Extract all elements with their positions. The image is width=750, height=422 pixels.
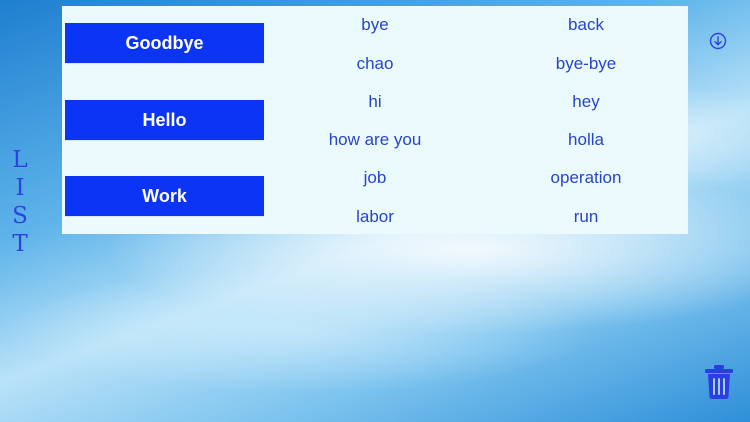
word-item[interactable]: bye	[295, 15, 455, 35]
group-button-goodbye[interactable]: Goodbye	[65, 23, 264, 63]
list-title-letter: S	[12, 203, 28, 229]
word-item[interactable]: bye-bye	[506, 54, 666, 74]
word-item[interactable]: how are you	[295, 130, 455, 150]
word-item[interactable]: holla	[506, 130, 666, 150]
group-button-work[interactable]: Work	[65, 176, 264, 216]
group-label: Work	[142, 185, 187, 206]
arrow-down-circle-icon[interactable]	[709, 32, 727, 50]
word-item[interactable]: hi	[295, 92, 455, 112]
word-item[interactable]: chao	[295, 54, 455, 74]
trash-icon[interactable]	[703, 364, 735, 400]
list-title-letter: L	[12, 147, 28, 173]
list-title-letter: I	[15, 175, 25, 201]
word-item[interactable]: operation	[506, 168, 666, 188]
word-item[interactable]: back	[506, 15, 666, 35]
group-button-hello[interactable]: Hello	[65, 100, 264, 140]
list-title: L I S T	[10, 146, 30, 258]
word-item[interactable]: labor	[295, 207, 455, 227]
list-title-letter: T	[12, 231, 28, 257]
word-item[interactable]: hey	[506, 92, 666, 112]
group-label: Goodbye	[125, 32, 204, 53]
word-list-panel: Goodbye bye back chao bye-bye Hello hi h…	[62, 6, 688, 234]
word-item[interactable]: job	[295, 168, 455, 188]
group-label: Hello	[142, 109, 187, 130]
word-item[interactable]: run	[506, 207, 666, 227]
